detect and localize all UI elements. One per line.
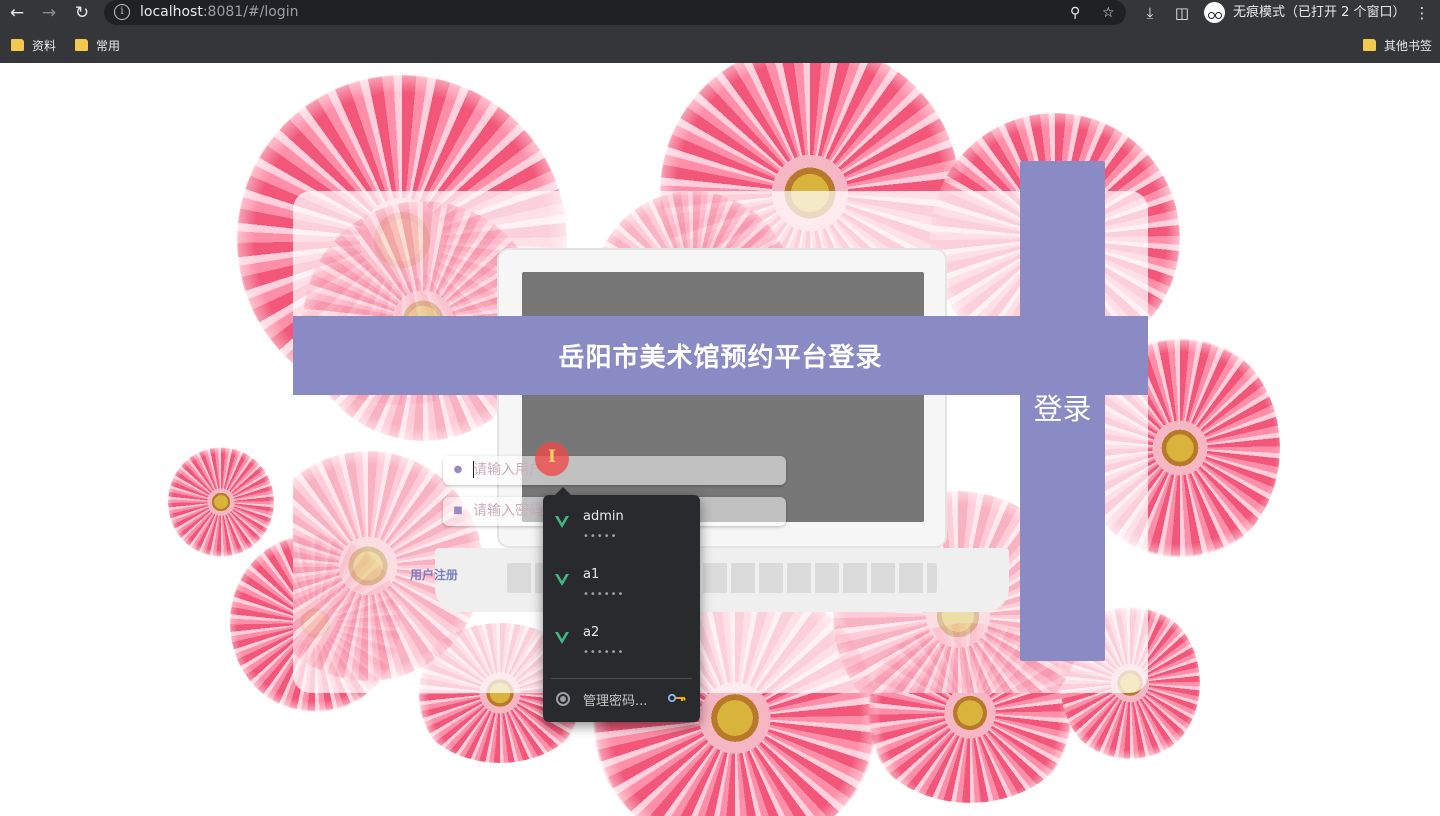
url-path: :8081/#/login: [202, 4, 299, 20]
credential-password-mask: •••••: [583, 531, 618, 542]
page-title: 岳阳市美术馆预约平台登录: [558, 343, 883, 373]
key-icon: [668, 693, 686, 703]
saved-credential-item[interactable]: a2 ••••••: [543, 611, 700, 669]
manage-passwords-label: 管理密码...: [583, 694, 648, 709]
vue-logo-icon: [555, 632, 569, 644]
text-caret: [473, 461, 474, 478]
text-cursor-icon: I: [548, 447, 556, 467]
login-button[interactable]: 登录: [1020, 161, 1105, 661]
browser-toolbar: ← → ↻ i localhost:8081/#/login ⚲ ☆ ⤓ ◫ 无…: [0, 0, 1440, 26]
incognito-label[interactable]: 无痕模式（已打开 2 个窗口）: [1233, 4, 1406, 22]
credential-username: a2: [583, 625, 600, 640]
address-bar[interactable]: i localhost:8081/#/login ⚲ ☆: [104, 0, 1126, 25]
chrome-icon: [556, 692, 570, 706]
url-text[interactable]: localhost:8081/#/login: [140, 3, 298, 21]
url-host: localhost: [140, 4, 203, 20]
folder-icon: [1363, 39, 1376, 51]
incognito-icon[interactable]: [1204, 2, 1225, 23]
register-link[interactable]: 用户注册: [410, 566, 458, 583]
reload-icon[interactable]: ↻: [71, 2, 93, 24]
menu-dots-icon[interactable]: ⋮: [1412, 3, 1432, 23]
password-autofill-dropdown: admin ••••• a1 •••••• a2 •••••• 管理密码...: [543, 487, 700, 722]
credential-password-mask: ••••••: [583, 647, 625, 658]
username-field[interactable]: ●: [443, 456, 786, 485]
folder-icon: [75, 39, 88, 51]
forward-icon[interactable]: →: [38, 2, 60, 24]
folder-icon: [11, 39, 24, 51]
login-page: 岳阳市美术馆预约平台登录 登录 ● ■ 用户注册 I admin ••••• a…: [0, 63, 1440, 816]
saved-credential-item[interactable]: a1 ••••••: [543, 553, 700, 611]
bookmark-label: 常用: [96, 38, 121, 53]
bookmark-folder-changyong[interactable]: 常用: [75, 37, 120, 53]
bookmark-label: 资料: [32, 38, 57, 53]
other-bookmarks[interactable]: 其他书签: [1363, 37, 1432, 53]
saved-credential-item[interactable]: admin •••••: [543, 495, 700, 553]
credential-password-mask: ••••••: [583, 589, 625, 600]
user-icon: ●: [453, 464, 463, 475]
side-panel-icon[interactable]: ◫: [1172, 3, 1192, 23]
bookmark-star-icon[interactable]: ☆: [1102, 4, 1115, 22]
manage-passwords-item[interactable]: 管理密码...: [543, 681, 700, 717]
mouse-cursor-highlight: I: [535, 442, 569, 476]
browser-chrome: ← → ↻ i localhost:8081/#/login ⚲ ☆ ⤓ ◫ 无…: [0, 0, 1440, 63]
password-key-icon[interactable]: ⚲: [1070, 4, 1080, 22]
flower-decoration: [168, 447, 274, 557]
back-icon[interactable]: ←: [6, 2, 28, 24]
site-info-icon[interactable]: i: [114, 4, 130, 20]
vue-logo-icon: [555, 516, 569, 528]
credential-username: a1: [583, 567, 600, 582]
download-icon[interactable]: ⤓: [1140, 3, 1160, 23]
vue-logo-icon: [555, 574, 569, 586]
other-bookmarks-label: 其他书签: [1384, 38, 1433, 53]
lock-icon: ■: [453, 505, 463, 516]
login-button-label: 登录: [1033, 392, 1092, 426]
username-input[interactable]: [473, 459, 773, 481]
dropdown-divider: [551, 678, 692, 679]
credential-username: admin: [583, 509, 624, 524]
bookmarks-bar: 资料 常用 其他书签: [0, 30, 1440, 60]
bookmark-folder-ziliao[interactable]: 资料: [11, 37, 56, 53]
